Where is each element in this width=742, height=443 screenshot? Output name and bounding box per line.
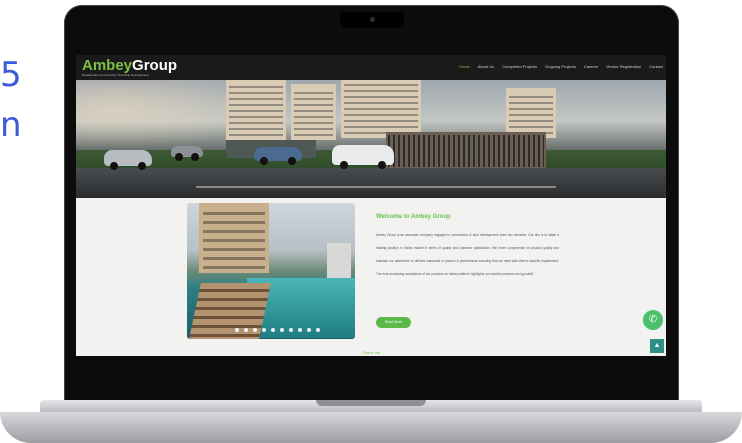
slider-dot[interactable] bbox=[271, 328, 275, 332]
nav-item-completed-projects[interactable]: Completed Projects bbox=[502, 64, 537, 69]
read-more-button[interactable]: Read More bbox=[376, 317, 411, 328]
slider-dot[interactable] bbox=[307, 328, 311, 332]
footer-link[interactable]: Check out bbox=[362, 350, 380, 355]
chevron-up-icon[interactable]: ▲ bbox=[650, 339, 664, 353]
main-nav: Home About Us Completed Projects Ongoing… bbox=[459, 64, 663, 69]
site-logo[interactable]: AmbeyGroup bbox=[82, 58, 177, 74]
laptop-screen: AmbeyGroup Residential | Commercial | To… bbox=[76, 55, 666, 358]
laptop-notch bbox=[340, 12, 404, 28]
nav-item-about-us[interactable]: About Us bbox=[478, 64, 494, 69]
hero-car bbox=[171, 146, 203, 161]
slide-building bbox=[327, 243, 351, 283]
slider-dot[interactable] bbox=[298, 328, 302, 332]
slide-building bbox=[199, 203, 269, 273]
nav-item-vendor-registration[interactable]: Vendor Registration bbox=[606, 64, 641, 69]
laptop-base bbox=[0, 400, 742, 443]
logo-tagline: Residential | Commercial | Township Deve… bbox=[82, 73, 149, 77]
site-header: AmbeyGroup Residential | Commercial | To… bbox=[76, 55, 666, 80]
slider-dot[interactable] bbox=[262, 328, 266, 332]
hero-building bbox=[506, 88, 556, 138]
slider-dot[interactable] bbox=[280, 328, 284, 332]
hero-banner-image bbox=[76, 80, 666, 198]
slider-dot[interactable] bbox=[316, 328, 320, 332]
logo-text-ambey: Ambey bbox=[82, 57, 133, 74]
hero-car bbox=[104, 150, 152, 170]
hero-building bbox=[226, 80, 286, 140]
hero-building bbox=[291, 84, 336, 140]
laptop-base-bottom bbox=[0, 412, 742, 443]
nav-item-careers[interactable]: Careers bbox=[584, 64, 598, 69]
welcome-paragraph: Ambey Group is an associate company enga… bbox=[376, 233, 559, 276]
background-text-fragment: n bbox=[0, 108, 22, 142]
camera-icon bbox=[370, 17, 375, 22]
footer-strip bbox=[76, 356, 666, 358]
hero-road-marking bbox=[196, 186, 556, 188]
whatsapp-icon[interactable]: ✆ bbox=[643, 310, 663, 330]
nav-item-contact[interactable]: Contact bbox=[649, 64, 663, 69]
slider-dot[interactable] bbox=[235, 328, 239, 332]
project-slider[interactable] bbox=[187, 203, 355, 339]
laptop-groove bbox=[316, 400, 426, 406]
nav-item-home[interactable]: Home bbox=[459, 64, 470, 69]
background-text-fragment: 5 bbox=[0, 58, 22, 92]
hero-car bbox=[332, 145, 394, 169]
slider-dot[interactable] bbox=[244, 328, 248, 332]
welcome-title: Welcome to Ambey Group bbox=[376, 214, 451, 220]
hero-car bbox=[254, 147, 302, 165]
nav-item-ongoing-projects[interactable]: Ongoing Projects bbox=[545, 64, 576, 69]
hero-road bbox=[76, 168, 666, 198]
slider-dots bbox=[235, 328, 320, 332]
welcome-section: Welcome to Ambey Group Ambey Group is an… bbox=[76, 198, 666, 358]
slider-dot[interactable] bbox=[253, 328, 257, 332]
slider-dot[interactable] bbox=[289, 328, 293, 332]
hero-gate-bars bbox=[388, 135, 544, 167]
hero-building bbox=[341, 80, 421, 138]
logo-text-group: Group bbox=[132, 57, 178, 74]
